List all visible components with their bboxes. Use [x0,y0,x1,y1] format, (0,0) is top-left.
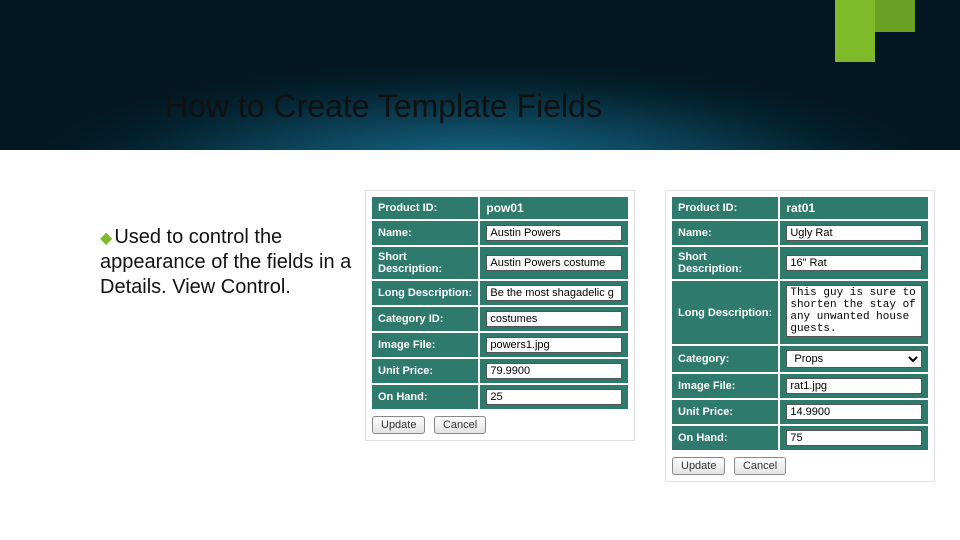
value-product-id: pow01 [479,196,629,220]
image-file-input[interactable] [786,378,922,394]
cancel-button[interactable]: Cancel [434,416,486,434]
label-on-hand: On Hand: [371,384,479,410]
bullet-content: Used to control the appearance of the fi… [100,226,351,298]
name-input[interactable] [786,225,922,241]
label-image-file: Image File: [371,332,479,358]
header-band [0,0,960,150]
label-name: Name: [671,220,779,246]
label-long-desc: Long Description: [671,280,779,345]
image-file-input[interactable] [486,337,622,353]
detailsview-table-left: Product ID: pow01 Name: Short Descriptio… [370,195,630,411]
slide-title: How to Create Template Fields [165,88,602,125]
unit-price-input[interactable] [486,363,622,379]
category-select[interactable]: Props [786,350,922,368]
accent-decoration [835,0,875,62]
bullet-icon: ◆ [100,229,112,249]
label-product-id: Product ID: [671,196,779,220]
on-hand-input[interactable] [486,389,622,405]
category-id-input[interactable] [486,311,622,327]
label-on-hand: On Hand: [671,425,779,451]
button-row-right: Update Cancel [670,452,930,477]
label-product-id: Product ID: [371,196,479,220]
label-category-id: Category ID: [371,306,479,332]
detailsview-panel-left: Product ID: pow01 Name: Short Descriptio… [365,190,635,441]
label-short-desc: Short Description: [671,246,779,280]
cancel-button[interactable]: Cancel [734,457,786,475]
detailsview-panel-right: Product ID: rat01 Name: Short Descriptio… [665,190,935,482]
long-desc-input[interactable] [486,285,622,301]
update-button[interactable]: Update [672,457,725,475]
update-button[interactable]: Update [372,416,425,434]
value-product-id: rat01 [779,196,929,220]
label-long-desc: Long Description: [371,280,479,306]
name-input[interactable] [486,225,622,241]
bullet-text: ◆Used to control the appearance of the f… [100,225,360,300]
short-desc-input[interactable] [486,255,622,271]
on-hand-input[interactable] [786,430,922,446]
label-unit-price: Unit Price: [671,399,779,425]
label-name: Name: [371,220,479,246]
short-desc-input[interactable] [786,255,922,271]
label-image-file: Image File: [671,373,779,399]
unit-price-input[interactable] [786,404,922,420]
long-desc-textarea[interactable]: This guy is sure to shorten the stay of … [786,285,922,337]
button-row-left: Update Cancel [370,411,630,436]
detailsview-table-right: Product ID: rat01 Name: Short Descriptio… [670,195,930,452]
label-short-desc: Short Description: [371,246,479,280]
label-unit-price: Unit Price: [371,358,479,384]
label-category: Category: [671,345,779,373]
